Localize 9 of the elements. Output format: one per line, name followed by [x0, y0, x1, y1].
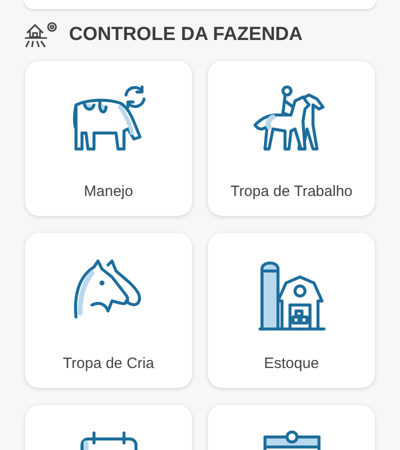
menu-card[interactable]: Tropa de Trabalho [208, 61, 375, 216]
menu-card[interactable]: Tropa de Cria [25, 233, 192, 388]
card-label: Tropa de Cria [62, 354, 154, 374]
card-label: Estoque [264, 354, 320, 374]
section-title: CONTROLE DA FAZENDA [69, 22, 303, 47]
menu-card[interactable]: Estoque [208, 233, 375, 388]
card-label: Tropa de Trabalho [230, 182, 353, 202]
card-label: Manejo [84, 182, 134, 202]
menu-card[interactable]: Manejo [25, 61, 192, 216]
